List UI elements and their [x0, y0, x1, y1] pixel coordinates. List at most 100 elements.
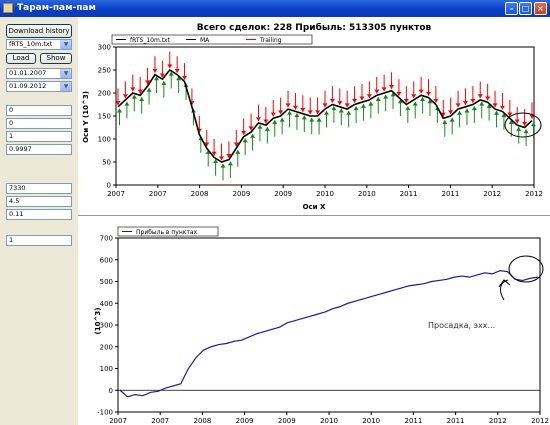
buy-marker — [383, 94, 389, 99]
profit-ytick-label: 0 — [109, 387, 113, 395]
buy-marker — [257, 124, 263, 129]
price-ytick-label: 250 — [98, 67, 111, 75]
buy-marker — [220, 163, 226, 168]
profit-chart-ylabel: (10^3) — [94, 308, 102, 335]
price-xtick-label: 2007 — [107, 190, 125, 198]
show-button[interactable]: Show — [40, 53, 72, 64]
buy-marker — [316, 117, 322, 122]
profit-xtick-label: 2009 — [236, 417, 254, 424]
profit-ytick-label: 400 — [100, 300, 113, 308]
buy-marker — [464, 108, 470, 113]
price-chart-ylabel: Оси Y (10^3) — [82, 91, 90, 143]
profit-xtick-label: 2012 — [531, 417, 549, 424]
price-xtick-label: 2011 — [400, 190, 418, 198]
profit-series-line — [119, 270, 539, 398]
buy-marker — [368, 101, 374, 106]
chevron-down-icon[interactable]: ▼ — [60, 82, 71, 91]
param-field-5[interactable]: 7330 — [6, 183, 72, 194]
param-field-2[interactable]: 0 — [6, 118, 72, 129]
buy-marker — [516, 126, 522, 131]
minimize-button[interactable]: – — [505, 2, 518, 15]
profit-xtick-label: 2011 — [447, 417, 465, 424]
plot-area: Всего сделок: 228 Прибыль: 513305 пункто… — [78, 17, 550, 425]
download-history-button[interactable]: Download history — [6, 24, 72, 38]
sell-marker — [255, 117, 261, 122]
chart-divider — [78, 215, 550, 216]
sell-marker — [426, 91, 431, 96]
buy-marker — [124, 101, 130, 106]
sell-marker — [374, 89, 380, 94]
buy-marker — [375, 96, 381, 101]
buy-marker — [250, 133, 256, 138]
buy-marker — [242, 138, 248, 143]
profit-ytick-label: 100 — [100, 365, 113, 373]
price-ytick-label: 50 — [102, 159, 111, 167]
drawdown-highlight-ellipse — [504, 112, 542, 138]
sell-marker — [292, 105, 298, 110]
profit-ytick-label: 700 — [100, 235, 113, 243]
buy-marker — [272, 119, 278, 124]
sell-marker — [307, 110, 313, 115]
profit-xtick-label: 2007 — [109, 417, 127, 424]
sell-marker — [152, 68, 158, 73]
load-button[interactable]: Load — [6, 53, 36, 64]
profit-ytick-label: 200 — [100, 343, 113, 351]
sell-marker — [366, 94, 372, 99]
price-xtick-label: 2009 — [274, 190, 292, 198]
buy-marker — [405, 106, 411, 111]
param-field-3[interactable]: 1 — [6, 131, 72, 142]
sell-marker — [285, 103, 291, 108]
price-ytick-label: 0 — [107, 182, 111, 190]
instrument-select[interactable]: fRTS_10m.txt ▼ — [6, 39, 72, 50]
legend-label-price: fRTS_10m.txt — [130, 37, 171, 44]
window-title: Тарам-пам-пам — [17, 3, 96, 13]
param-field-4[interactable]: 0.9997 — [6, 144, 72, 155]
buy-marker — [346, 110, 352, 115]
buy-marker — [279, 117, 285, 122]
app-icon — [3, 3, 13, 13]
buy-marker — [412, 101, 418, 106]
buy-marker — [324, 110, 329, 115]
sell-marker — [462, 101, 468, 106]
buy-marker — [331, 106, 337, 111]
chevron-down-icon[interactable]: ▼ — [60, 69, 71, 78]
profit-xtick-label: 2012 — [489, 417, 507, 424]
sell-marker — [167, 64, 173, 69]
close-button[interactable]: × — [534, 2, 547, 15]
sell-marker — [411, 94, 417, 99]
buy-marker — [353, 106, 359, 111]
date-to-picker[interactable]: 01.09.2012 ▼ — [6, 81, 72, 92]
buy-marker — [287, 110, 293, 115]
buy-marker — [301, 115, 307, 120]
instrument-value: fRTS_10m.txt — [9, 40, 53, 48]
chevron-down-icon[interactable]: ▼ — [60, 40, 71, 49]
profit-xtick-label: 2008 — [193, 417, 211, 424]
buy-marker — [264, 126, 270, 131]
sell-marker — [300, 108, 306, 113]
price-chart-xlabel: Оси X — [303, 203, 326, 211]
sell-marker — [337, 101, 343, 106]
buy-marker — [338, 108, 344, 113]
param-field-7[interactable]: 0.11 — [6, 209, 72, 220]
buy-marker — [479, 101, 485, 106]
title-bar: Тарам-пам-пам – □ × — [0, 0, 550, 17]
buy-marker — [494, 110, 500, 115]
sell-marker — [359, 96, 365, 101]
date-from-picker[interactable]: 01.01.2007 ▼ — [6, 68, 72, 79]
param-field-8[interactable]: 1 — [6, 235, 72, 246]
sell-marker — [499, 105, 505, 110]
maximize-button[interactable]: □ — [519, 2, 532, 15]
price-xtick-label: 2011 — [441, 190, 459, 198]
profit-xtick-label: 2011 — [404, 417, 422, 424]
price-ytick-label: 150 — [98, 113, 111, 121]
param-field-6[interactable]: 4.5 — [6, 196, 72, 207]
buy-marker — [523, 129, 529, 134]
buy-marker — [471, 106, 477, 111]
sell-marker — [352, 98, 358, 103]
sell-marker — [485, 96, 491, 101]
profit-chart: -10001002003004005006007002007 2007 2008 20… — [94, 226, 549, 424]
price-xtick-label: 2012 — [483, 190, 501, 198]
buy-marker — [235, 149, 241, 154]
profit-ytick-label: 600 — [100, 256, 113, 264]
param-field-1[interactable]: 0 — [6, 105, 72, 116]
